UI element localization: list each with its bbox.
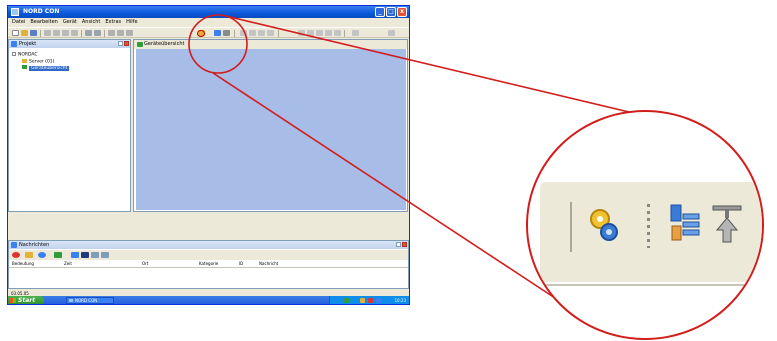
zoomed-separator bbox=[570, 202, 572, 252]
gear-key-icon[interactable] bbox=[588, 206, 620, 244]
network-node-icon[interactable] bbox=[712, 204, 742, 246]
callout-line-bottom bbox=[212, 72, 559, 301]
small-highlight-circle bbox=[188, 14, 248, 74]
zoomed-grip bbox=[647, 204, 650, 248]
zoomed-toolbar bbox=[540, 182, 762, 282]
zoomed-divider bbox=[540, 284, 762, 286]
zoom-circle bbox=[526, 110, 764, 340]
device-tree-icon[interactable] bbox=[668, 202, 702, 246]
